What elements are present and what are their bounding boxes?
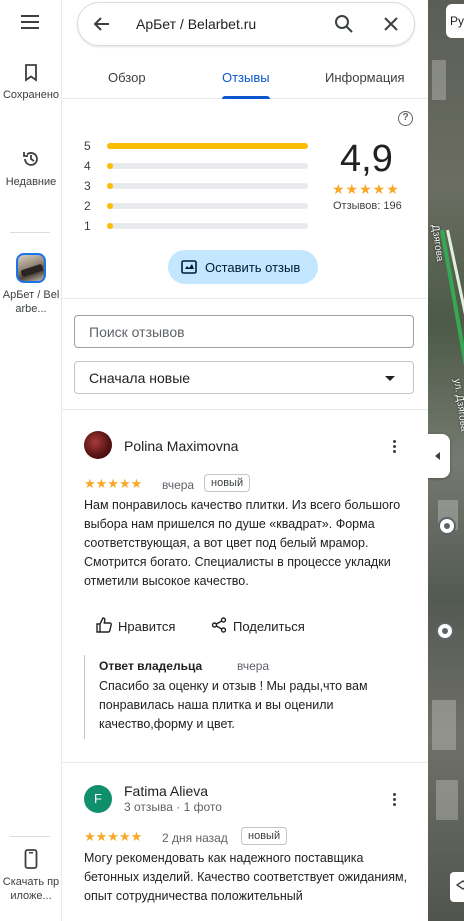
review-search-placeholder: Поиск отзывов [89, 324, 185, 340]
review-count[interactable]: Отзывов: 196 [333, 200, 402, 212]
share-label: Поделиться [233, 619, 305, 634]
review-search-input[interactable]: Поиск отзывов [74, 315, 414, 348]
review-text: Нам понравилось качество плитки. Из всег… [84, 498, 401, 588]
dropdown-arrow-icon [385, 376, 395, 381]
histogram-track [107, 163, 308, 169]
reviewer-name[interactable]: Polina Maximovna [124, 438, 238, 454]
rail-place[interactable]: АрБет / Belarbe... [0, 253, 62, 316]
average-stars: ★★★★★ [332, 181, 400, 197]
reviewer-meta[interactable]: 3 отзыва · 1 фото [124, 800, 222, 814]
reviewer-name[interactable]: Fatima Alieva [124, 783, 208, 799]
map-chip[interactable]: Ру [446, 4, 464, 38]
layers-button[interactable] [450, 872, 464, 902]
rail-saved-label: Сохранено [2, 89, 60, 101]
rail-download-label: Скачать приложе... [2, 876, 60, 902]
histogram-bar [107, 223, 113, 229]
histogram-bar [107, 163, 113, 169]
write-review-label: Оставить отзыв [205, 260, 301, 275]
thumb-up-icon [96, 617, 112, 633]
divider [62, 298, 428, 299]
sort-selected-label: Сначала новые [89, 370, 191, 386]
histogram-track [107, 203, 308, 209]
collapse-panel-button[interactable] [428, 434, 450, 478]
map-building [432, 700, 456, 750]
layers-icon [456, 880, 464, 890]
search-button[interactable] [334, 14, 354, 39]
rail-download-app[interactable]: Скачать приложе... [0, 849, 62, 903]
like-label: Нравится [118, 619, 176, 634]
tab-reviews[interactable]: Отзывы [222, 70, 270, 85]
review-text: Могу рекомендовать как надежного поставщ… [84, 851, 408, 903]
share-icon [211, 617, 227, 633]
histogram-star-label: 5 [84, 139, 91, 153]
search-input[interactable]: АрБет / Belarbet.ru [136, 16, 256, 32]
histogram-track [107, 143, 308, 149]
reviewer-avatar[interactable] [84, 431, 112, 459]
new-badge: новый [204, 474, 251, 492]
review-stars: ★★★★★ [84, 476, 143, 491]
search-icon [335, 15, 353, 33]
histogram-star-label: 4 [84, 159, 91, 173]
owner-reply-date: вчера [237, 659, 270, 673]
review-date: вчера [162, 478, 195, 492]
close-icon [384, 17, 398, 31]
phone-icon [24, 849, 38, 869]
history-icon [23, 152, 38, 166]
reviewer-avatar[interactable]: F [84, 785, 112, 813]
tab-overview[interactable]: Обзор [108, 70, 146, 85]
clear-search-button[interactable] [381, 14, 401, 39]
histogram-track [107, 223, 308, 229]
histogram-star-label: 1 [84, 219, 91, 233]
tab-info[interactable]: Информация [325, 70, 405, 85]
help-icon[interactable]: ? [398, 111, 413, 126]
new-badge: новый [241, 827, 288, 845]
rail-recent-label: Недавние [5, 176, 57, 188]
review-stars: ★★★★★ [84, 829, 143, 844]
histogram-bar [107, 183, 113, 189]
rail-place-label: АрБет / Belarbe... [2, 289, 60, 315]
histogram-bar [107, 203, 113, 209]
left-rail: Сохранено Недавние АрБет / Belarbe... Ск… [0, 0, 62, 921]
search-bar[interactable]: АрБет / Belarbet.ru [77, 2, 415, 46]
review-date: 2 дня назад [162, 831, 228, 845]
sort-dropdown[interactable]: Сначала новые [74, 361, 414, 394]
histogram-track [107, 183, 308, 189]
owner-reply-text: Спасибо за оценку и отзыв ! Мы рады,что … [99, 679, 368, 731]
rail-divider [10, 232, 50, 233]
tab-active-indicator [222, 96, 270, 99]
rail-divider [10, 836, 50, 837]
divider [62, 762, 428, 763]
map[interactable]: Ру Дзягова ул. Дзягова [428, 0, 464, 921]
street-label: ул. Дзягова [451, 378, 464, 433]
tabs: Обзор Отзывы Информация [62, 58, 428, 99]
rail-saved[interactable]: Сохранено [0, 64, 62, 102]
divider [62, 409, 428, 410]
review-more-button[interactable] [393, 440, 397, 455]
arrow-left-icon [93, 17, 109, 31]
map-building [436, 780, 458, 820]
bookmark-icon [25, 64, 37, 82]
write-review-button[interactable]: Оставить отзыв [168, 250, 318, 284]
histogram-star-label: 2 [84, 199, 91, 213]
review-more-button[interactable] [393, 793, 397, 808]
histogram-bar [107, 143, 308, 149]
map-pin-icon[interactable] [438, 517, 456, 535]
map-pin-icon[interactable] [436, 622, 454, 640]
map-building [432, 60, 446, 100]
histogram-star-label: 3 [84, 179, 91, 193]
place-thumbnail [16, 253, 46, 283]
rail-recent[interactable]: Недавние [0, 149, 62, 189]
owner-reply: Ответ владельца вчера Спасибо за оценку … [84, 655, 394, 739]
owner-reply-heading: Ответ владельца [99, 659, 203, 673]
rate-review-icon [181, 260, 197, 274]
average-rating: 4,9 [340, 138, 393, 180]
back-button[interactable] [92, 14, 112, 39]
menu-button[interactable] [20, 14, 40, 35]
place-panel: АрБет / Belarbet.ru Обзор Отзывы Информа… [62, 0, 428, 921]
hamburger-icon [21, 15, 39, 29]
